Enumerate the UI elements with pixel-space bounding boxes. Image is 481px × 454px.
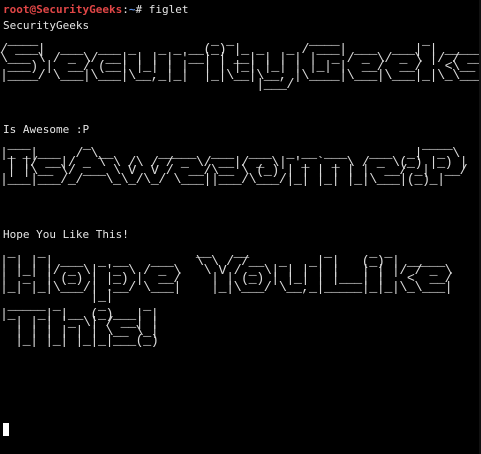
command-line: root@SecurityGeeks:~# figlet (3, 4, 188, 15)
output-text-2: Is Awesome :P (3, 123, 90, 136)
prompt-user-host: root@SecurityGeeks (3, 3, 123, 16)
terminal-cursor (3, 423, 9, 436)
figlet-banner-3: _ _ __ __ _ _ _ | | | | ___ _ __ ___ \ \… (0, 246, 453, 349)
terminal-window[interactable]: root@SecurityGeeks:~# figlet SecurityGee… (0, 0, 481, 454)
command-text: figlet (148, 3, 189, 16)
output-text-1: SecurityGeeks (3, 19, 90, 32)
prompt-separator: : (122, 3, 129, 16)
figlet-banner-2: ___ _ ____ |_ _|___ / \__ _____ ___ ___ … (0, 138, 468, 189)
figlet-banner-1: ____ _ _ ____ _ / ___| ___ ___ _ _ _ __(… (0, 34, 481, 93)
output-text-3: Hope You Like This! (3, 228, 129, 241)
prompt-symbol: # (135, 3, 143, 16)
